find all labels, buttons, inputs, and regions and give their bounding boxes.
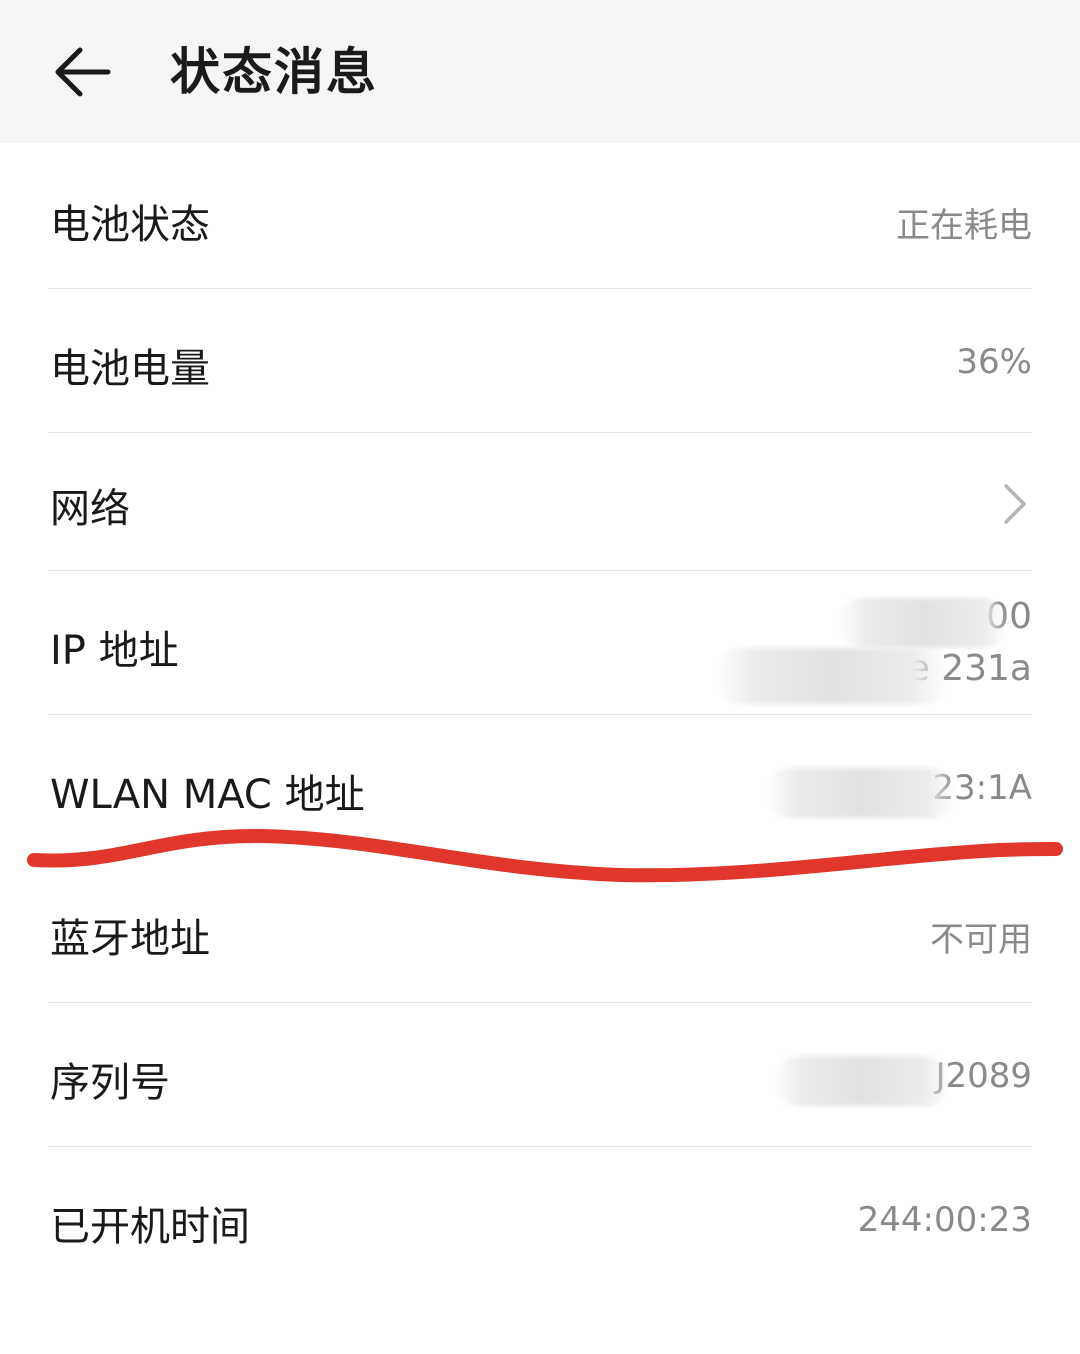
divider xyxy=(48,432,1032,433)
redaction-blur xyxy=(766,768,956,818)
bluetooth-label: 蓝牙地址 xyxy=(50,916,210,962)
divider xyxy=(48,570,1032,571)
battery-level-value: 36% xyxy=(956,342,1032,382)
annotation-underline xyxy=(27,828,1063,883)
list-item-battery-status: 电池状态 正在耗电 xyxy=(48,190,1032,250)
battery-status-value: 正在耗电 xyxy=(896,206,1032,246)
arrow-left-icon xyxy=(55,47,111,97)
redaction-blur xyxy=(838,598,1008,648)
redaction-blur xyxy=(716,648,948,704)
list-item-battery-level: 电池电量 36% xyxy=(48,334,1032,394)
bluetooth-value: 不可用 xyxy=(930,920,1032,960)
serial-number-label: 序列号 xyxy=(50,1060,170,1106)
list-item-serial-number: 序列号 6EJ4 J2089 xyxy=(48,1048,1032,1108)
list-item-ip-address: IP 地址 192. .100 fe80::3e 231a xyxy=(48,592,1032,704)
divider xyxy=(48,288,1032,289)
list-item-wlan-mac: WLAN MAC 地址 3C:C A:23:1A xyxy=(48,760,1032,820)
page-title: 状态消息 xyxy=(170,43,378,101)
divider xyxy=(48,1146,1032,1147)
back-button[interactable] xyxy=(40,30,124,114)
battery-status-label: 电池状态 xyxy=(50,202,210,248)
list-item-uptime: 已开机时间 244:00:23 xyxy=(48,1192,1032,1252)
network-label: 网络 xyxy=(50,486,130,532)
list-item-bluetooth: 蓝牙地址 不可用 xyxy=(48,904,1032,964)
battery-level-label: 电池电量 xyxy=(50,346,210,392)
divider xyxy=(48,1002,1032,1003)
redaction-blur xyxy=(774,1056,950,1106)
wlan-mac-label: WLAN MAC 地址 xyxy=(50,772,365,818)
chevron-right-icon xyxy=(1004,484,1026,524)
divider xyxy=(48,714,1032,715)
list-item-network[interactable]: 网络 xyxy=(48,474,1032,534)
uptime-value: 244:00:23 xyxy=(857,1200,1032,1240)
uptime-label: 已开机时间 xyxy=(50,1204,250,1250)
ip-address-label: IP 地址 xyxy=(50,628,179,674)
app-bar: 状态消息 xyxy=(0,0,1080,143)
